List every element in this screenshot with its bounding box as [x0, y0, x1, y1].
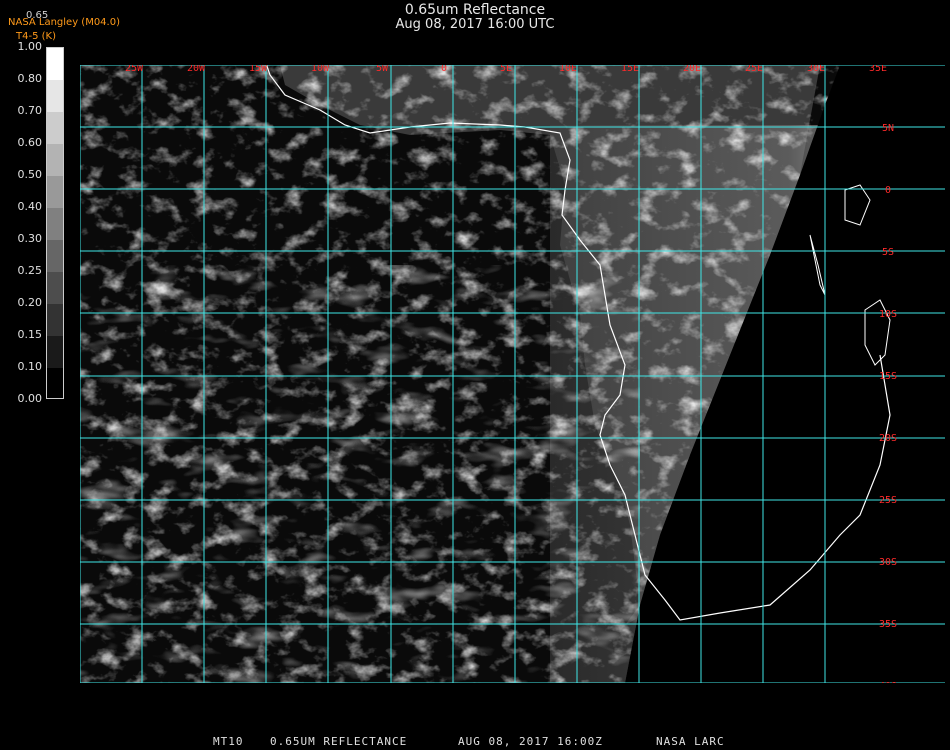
lake-outline [809, 184, 871, 296]
latitude-label: 40S [879, 681, 897, 683]
footer-channel: 0.65UM REFLECTANCE [270, 735, 408, 748]
latitude-label: 25S [879, 495, 897, 506]
latitude-label: 5S [882, 247, 894, 258]
longitude-label: 15E [621, 65, 639, 74]
footer-product: MT10 [213, 735, 244, 748]
longitude-label: 25W [125, 65, 144, 74]
latitude-label: 20S [879, 433, 897, 444]
satellite-map: 25W 20W 15W 10W 5W 0 5E 10E 15E 20E 25E 30E 35E 5N 0 5S… [80, 65, 945, 683]
colorbar-tick-label: 0.25 [17, 264, 43, 277]
longitude-label: 10W [311, 65, 330, 74]
longitude-label: 5W [376, 65, 389, 74]
latitude-label: 35S [879, 619, 897, 630]
longitude-label: 5E [500, 65, 512, 74]
credit-label: NASA Langley (M04.0) [8, 17, 120, 28]
colorbar-tick-label: 0.15 [17, 328, 43, 341]
longitude-label: 0 [441, 65, 447, 74]
latitude-label: 15S [879, 371, 897, 382]
colorbar-tick-label: 0.70 [17, 104, 43, 117]
colorbar-tick-label: 0.00 [17, 392, 43, 405]
colorbar-tick-label: 0.40 [17, 200, 43, 213]
image-title: 0.65um Reflectance [404, 2, 546, 18]
image-datetime: Aug 08, 2017 16:00 UTC [395, 17, 555, 32]
colorbar-tick-label: 0.20 [17, 296, 43, 309]
latitude-label: 5N [882, 123, 894, 134]
longitude-label: 35E [869, 65, 887, 74]
footer-time: AUG 08, 2017 16:00Z [458, 735, 603, 748]
longitude-label: 20W [187, 65, 206, 74]
longitude-label: 25E [745, 65, 763, 74]
longitude-label: 15W [249, 65, 268, 74]
longitude-label: 20E [683, 65, 701, 74]
longitude-label: 30E [807, 65, 825, 74]
latitude-label: 10S [879, 309, 897, 320]
colorbar-tick-label: 0.30 [17, 232, 43, 245]
latitude-label: 30S [879, 557, 897, 568]
colorbar-tick-label: 0.60 [17, 136, 43, 149]
earth-disk [80, 65, 840, 683]
colorbar-tick-label: 0.50 [17, 168, 43, 181]
colorbar [46, 47, 64, 399]
colorbar-tick-label: 0.80 [17, 72, 43, 85]
colorbar-tick-label: 0.10 [17, 360, 43, 373]
footer-org: NASA LARC [656, 735, 725, 748]
longitude-label: 10E [559, 65, 577, 74]
colorbar-tick-label: 1.00 [17, 40, 43, 53]
latitude-label: 0 [885, 185, 891, 196]
